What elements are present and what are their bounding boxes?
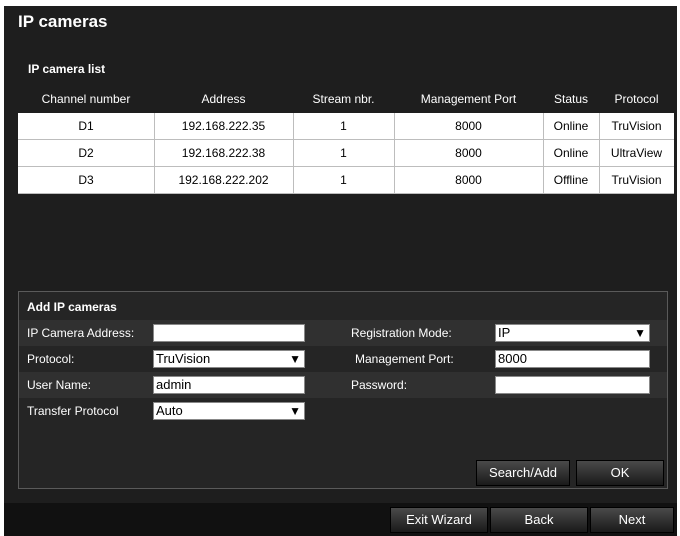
cell-protocol: UltraView <box>610 146 663 160</box>
camera-table: D1 192.168.222.35 1 8000 Online TruVisio… <box>18 113 674 194</box>
form-row: IP Camera Address: Registration Mode: IP… <box>19 320 667 346</box>
column-header: Status <box>553 92 589 106</box>
column-header: Protocol <box>614 92 659 106</box>
exit-wizard-button[interactable]: Exit Wizard <box>390 507 488 533</box>
page-title: IP cameras <box>18 12 108 31</box>
table-row[interactable]: D3 192.168.222.202 1 8000 Offline TruVis… <box>18 167 674 194</box>
column-header: Stream nbr. <box>312 92 375 106</box>
cell-address: 192.168.222.35 <box>154 113 294 139</box>
protocol-label: Protocol: <box>27 352 75 366</box>
cell-protocol: TruVision <box>611 119 662 133</box>
ip-address-label: IP Camera Address: <box>27 326 135 340</box>
wizard-footer: Exit Wizard Back Next <box>4 503 677 536</box>
form-row: Protocol: TruVision ▼ Management Port: 8… <box>19 346 667 372</box>
protocol-select[interactable]: TruVision ▼ <box>153 350 305 368</box>
ip-cameras-window: IP cameras IP camera list Channel number… <box>4 6 677 536</box>
cell-address: 192.168.222.38 <box>154 140 294 166</box>
password-label: Password: <box>351 378 408 392</box>
chevron-down-icon: ▼ <box>289 352 301 366</box>
camera-list-label: IP camera list <box>28 62 106 76</box>
back-button[interactable]: Back <box>490 507 588 533</box>
ip-address-input[interactable] <box>153 324 305 342</box>
transfer-protocol-select[interactable]: Auto ▼ <box>153 402 305 420</box>
column-header: Management Port <box>420 92 517 106</box>
column-header: Channel number <box>41 92 131 106</box>
cell-protocol: TruVision <box>611 173 662 187</box>
cell-port: 8000 <box>394 113 544 139</box>
cell-channel: D2 <box>18 140 155 166</box>
registration-mode-label: Registration Mode: <box>351 326 452 340</box>
cell-stream: 1 <box>293 113 395 139</box>
cell-status: Online <box>543 113 600 139</box>
user-name-input[interactable]: admin <box>153 376 305 394</box>
transfer-protocol-value: Auto <box>156 403 183 418</box>
search-add-button[interactable]: Search/Add <box>476 460 570 486</box>
registration-mode-select[interactable]: IP ▼ <box>495 324 650 342</box>
cell-port: 8000 <box>394 167 544 193</box>
cell-port: 8000 <box>394 140 544 166</box>
transfer-protocol-label: Transfer Protocol <box>27 404 119 418</box>
chevron-down-icon: ▼ <box>289 404 301 418</box>
user-name-label: User Name: <box>27 378 92 392</box>
cell-channel: D3 <box>18 167 155 193</box>
password-input[interactable] <box>495 376 650 394</box>
column-header: Address <box>201 92 246 106</box>
next-button[interactable]: Next <box>590 507 674 533</box>
registration-mode-value: IP <box>498 325 511 340</box>
cell-stream: 1 <box>293 140 395 166</box>
cell-status: Online <box>543 140 600 166</box>
form-row: Transfer Protocol Auto ▼ <box>19 398 667 424</box>
management-port-input[interactable]: 8000 <box>495 350 650 368</box>
form-row: User Name: admin Password: <box>19 372 667 398</box>
cell-status: Offline <box>543 167 600 193</box>
add-panel-title: Add IP cameras <box>27 300 117 314</box>
add-ip-cameras-panel: Add IP cameras IP Camera Address: Regist… <box>18 291 668 489</box>
protocol-value: TruVision <box>156 351 211 366</box>
cell-stream: 1 <box>293 167 395 193</box>
table-row[interactable]: D2 192.168.222.38 1 8000 Online UltraVie… <box>18 140 674 167</box>
cell-channel: D1 <box>18 113 155 139</box>
table-header: Channel number Address Stream nbr. Manag… <box>18 92 674 112</box>
chevron-down-icon: ▼ <box>634 326 646 340</box>
table-row[interactable]: D1 192.168.222.35 1 8000 Online TruVisio… <box>18 113 674 140</box>
ok-button[interactable]: OK <box>576 460 664 486</box>
cell-address: 192.168.222.202 <box>154 167 294 193</box>
management-port-label: Management Port: <box>355 352 454 366</box>
